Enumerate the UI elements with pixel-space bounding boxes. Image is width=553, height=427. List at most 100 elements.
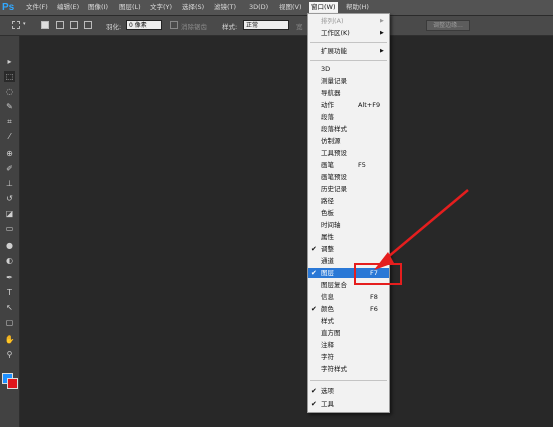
menu-window[interactable]: 窗口(W)	[309, 2, 338, 13]
window-menu-item-history[interactable]: 历史记录	[308, 184, 389, 194]
window-menu-item-character[interactable]: 字符	[308, 352, 389, 362]
window-menu-item-histogram[interactable]: 直方图	[308, 328, 389, 338]
refine-edge-button[interactable]: 调整边缘...	[426, 20, 470, 31]
menu-item-label: 通道	[321, 257, 334, 265]
window-menu-item-brush-presets[interactable]: 画笔预设	[308, 172, 389, 182]
gradient-tool-icon[interactable]: ▭	[4, 223, 15, 234]
menu-separator	[310, 42, 387, 43]
zoom-tool-icon[interactable]: ⚲	[4, 349, 15, 360]
menu-3d[interactable]: 3D(D)	[247, 2, 270, 13]
menu-layer[interactable]: 图层(L)	[117, 2, 143, 13]
window-menu-item-tool-presets[interactable]: 工具预设	[308, 148, 389, 158]
window-menu-dropdown: 排列(A) ▶ 工作区(K) ▶ 扩展功能 ▶ 3D 测量记录 导航器 动作 Alt+F…	[307, 13, 390, 413]
window-menu-item-character-styles[interactable]: 字符样式	[308, 364, 389, 374]
arrow-shaft	[381, 189, 469, 263]
eraser-tool-icon[interactable]: ◪	[4, 208, 15, 219]
window-menu-item-paragraph[interactable]: 段落	[308, 112, 389, 122]
type-tool-icon[interactable]: T	[4, 287, 15, 298]
menu-view[interactable]: 视图(V)	[277, 2, 304, 13]
window-menu-item-info[interactable]: 信息 F8	[308, 292, 389, 302]
annotation-arrow	[374, 189, 469, 270]
menu-edit[interactable]: 编辑(E)	[55, 2, 81, 13]
submenu-arrow-icon: ▶	[380, 30, 384, 36]
menu-item-shortcut: Alt+F9	[358, 101, 381, 109]
checkmark-icon: ✔	[311, 269, 317, 277]
submenu-arrow-icon: ▶	[380, 48, 384, 54]
quick-select-tool-icon[interactable]: ✎	[4, 101, 15, 112]
window-menu-item-options[interactable]: ✔ 选项	[308, 386, 389, 396]
window-menu-item-tools[interactable]: ✔ 工具	[308, 399, 389, 409]
menu-filter[interactable]: 滤镜(T)	[212, 2, 238, 13]
window-menu-item-styles[interactable]: 样式	[308, 316, 389, 326]
window-menu-item-navigator[interactable]: 导航器	[308, 88, 389, 98]
window-menu-item-properties[interactable]: 属性	[308, 232, 389, 242]
window-menu-item-swatches[interactable]: 色板	[308, 208, 389, 218]
window-menu-item-color[interactable]: ✔ 颜色 F6	[308, 304, 389, 314]
style-select[interactable]: 正常	[243, 20, 289, 30]
window-menu-item-brush[interactable]: 画笔 F5	[308, 160, 389, 170]
menu-file[interactable]: 文件(F)	[24, 2, 50, 13]
window-menu-item-adjustments[interactable]: ✔ 调整	[308, 244, 389, 254]
marquee-tool-icon[interactable]: ⬚	[4, 71, 15, 82]
path-select-tool-icon[interactable]: ↖	[4, 302, 15, 313]
window-menu-item-paragraph-styles[interactable]: 段落样式	[308, 124, 389, 134]
antialias-checkbox[interactable]	[170, 21, 178, 29]
move-tool-icon[interactable]: ▸	[4, 56, 15, 67]
window-menu-item-workspace[interactable]: 工作区(K) ▶	[308, 28, 389, 38]
menu-item-label: 工作区(K)	[321, 29, 350, 37]
menu-item-label: 色板	[321, 209, 334, 217]
annotation-highlight-box	[354, 263, 402, 285]
new-selection-icon[interactable]	[41, 21, 49, 29]
menu-item-shortcut: F5	[358, 161, 366, 169]
menu-item-label: 动作	[321, 101, 334, 109]
menu-item-label: 画笔预设	[321, 173, 347, 181]
window-menu-item-actions[interactable]: 动作 Alt+F9	[308, 100, 389, 110]
antialias-label: 消除锯齿	[181, 23, 207, 31]
eyedropper-tool-icon[interactable]: ⁄	[4, 131, 15, 142]
subtract-selection-icon[interactable]	[70, 21, 78, 29]
window-menu-item-clone-source[interactable]: 仿制源	[308, 136, 389, 146]
menu-help[interactable]: 帮助(H)	[344, 2, 371, 13]
window-menu-item-paths[interactable]: 路径	[308, 196, 389, 206]
window-menu-item-3d[interactable]: 3D	[308, 64, 389, 74]
menu-select[interactable]: 选择(S)	[180, 2, 206, 13]
history-brush-tool-icon[interactable]: ↺	[4, 193, 15, 204]
marquee-preset-icon[interactable]	[12, 21, 20, 29]
hand-tool-icon[interactable]: ✋	[4, 334, 15, 345]
menu-item-label: 段落	[321, 113, 334, 121]
window-menu-item-measurement-log[interactable]: 测量记录	[308, 76, 389, 86]
menu-bar: Ps 文件(F) 编辑(E) 图像(I) 图层(L) 文字(Y) 选择(S) 滤…	[0, 0, 553, 16]
menu-image[interactable]: 图像(I)	[86, 2, 110, 13]
menu-item-shortcut: F6	[370, 305, 378, 313]
menu-separator	[310, 380, 387, 381]
feather-label: 羽化:	[106, 23, 122, 31]
menu-item-label: 属性	[321, 233, 334, 241]
menu-item-label: 工具预设	[321, 149, 347, 157]
menu-item-label: 画笔	[321, 161, 334, 169]
clone-stamp-tool-icon[interactable]: ⊥	[4, 178, 15, 189]
menu-item-label: 路径	[321, 197, 334, 205]
pen-tool-icon[interactable]: ✒	[4, 272, 15, 283]
window-menu-item-extensions[interactable]: 扩展功能 ▶	[308, 46, 389, 56]
brush-tool-icon[interactable]: ✐	[4, 163, 15, 174]
window-menu-item-arrange[interactable]: 排列(A) ▶	[308, 16, 389, 26]
menu-type[interactable]: 文字(Y)	[148, 2, 174, 13]
menu-item-label: 样式	[321, 317, 334, 325]
menu-separator	[310, 60, 387, 61]
window-menu-item-notes[interactable]: 注释	[308, 340, 389, 350]
shape-tool-icon[interactable]: ▢	[4, 317, 15, 328]
lasso-tool-icon[interactable]: ◌	[4, 86, 15, 97]
checkmark-icon: ✔	[311, 305, 317, 313]
intersect-selection-icon[interactable]	[84, 21, 92, 29]
healing-brush-tool-icon[interactable]: ⊕	[4, 148, 15, 159]
menu-item-label: 直方图	[321, 329, 341, 337]
background-color-swatch[interactable]	[7, 378, 18, 389]
blur-tool-icon[interactable]: ●	[4, 240, 15, 251]
crop-tool-icon[interactable]: ⌗	[4, 116, 15, 127]
add-selection-icon[interactable]	[56, 21, 64, 29]
feather-input[interactable]: 0 像素	[126, 20, 162, 30]
window-menu-item-timeline[interactable]: 时间轴	[308, 220, 389, 230]
dodge-tool-icon[interactable]: ◐	[4, 255, 15, 266]
chevron-down-icon[interactable]: ▾	[23, 21, 26, 27]
menu-item-label: 扩展功能	[321, 47, 347, 55]
